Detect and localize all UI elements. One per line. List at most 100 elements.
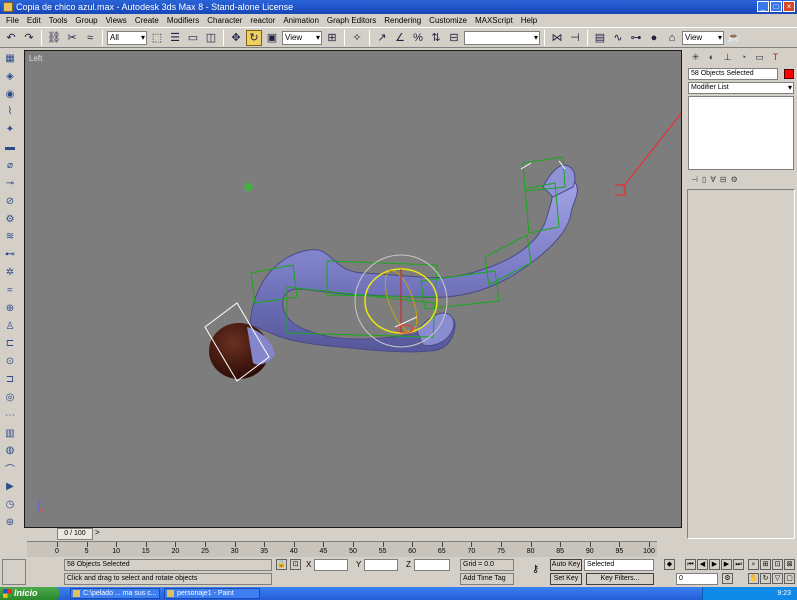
spinner-snap-icon[interactable]: ⇅ — [428, 30, 444, 46]
taskbar-task-paint[interactable]: personaje1 - Paint — [164, 588, 260, 599]
toy-car-icon[interactable]: ⊷ — [2, 247, 18, 262]
menu-tools[interactable]: Tools — [45, 16, 72, 25]
rigid-body-collection-icon[interactable]: ▦ — [2, 51, 18, 66]
menu-customize[interactable]: Customize — [425, 16, 471, 25]
taskbar-task-explorer[interactable]: C:\pelado ... ma sus c... — [70, 588, 160, 599]
cloth-modifier-icon[interactable]: ▥ — [2, 426, 18, 441]
align-icon[interactable]: ⊣ — [567, 30, 583, 46]
modifier-list-dropdown[interactable]: Modifier List — [688, 82, 794, 94]
rotate-icon[interactable]: ↻ — [246, 29, 262, 46]
set-key-button[interactable]: Set Key — [550, 573, 582, 585]
create-tab-icon[interactable]: ✳ — [689, 51, 702, 64]
rope-collection-icon[interactable]: ⌇ — [2, 105, 18, 120]
track-bar[interactable]: 0 5 10 15 20 25 30 35 40 45 50 55 60 65 70 75 80 85 90 95 10… — [27, 541, 657, 557]
object-name-field[interactable]: 58 Objects Selected — [688, 68, 778, 80]
edit-named-selection-icon[interactable]: ⊟ — [446, 30, 462, 46]
zoom-extents-icon[interactable]: ⊡ — [772, 559, 783, 570]
menu-group[interactable]: Group — [71, 16, 101, 25]
soft-body-modifier-icon[interactable]: ◍ — [2, 444, 18, 459]
wind-icon[interactable]: ≋ — [2, 229, 18, 244]
show-end-result-icon[interactable]: ▯ — [702, 175, 706, 184]
selection-filter-dropdown[interactable]: All — [107, 30, 147, 45]
material-editor-icon[interactable]: ● — [646, 30, 662, 46]
menu-graph-editors[interactable]: Graph Editors — [323, 16, 380, 25]
maximize-button[interactable]: □ — [770, 1, 782, 12]
selection-key-dropdown[interactable]: Selected — [584, 559, 654, 571]
menu-rendering[interactable]: Rendering — [380, 16, 425, 25]
point-to-point-icon[interactable]: ⊙ — [2, 354, 18, 369]
maximize-viewport-icon[interactable]: ▢ — [784, 573, 795, 584]
lock-selection-icon[interactable]: 🔒 — [276, 559, 287, 570]
select-object-icon[interactable]: ⬚ — [149, 30, 165, 46]
render-scene-icon[interactable]: ⌂ — [664, 30, 680, 46]
reference-coordinate-dropdown[interactable]: View — [282, 30, 322, 45]
key-filters-button[interactable]: Key Filters... — [586, 573, 654, 585]
menu-modifiers[interactable]: Modifiers — [163, 16, 203, 25]
menu-maxscript[interactable]: MAXScript — [471, 16, 517, 25]
percent-snap-icon[interactable]: % — [410, 30, 426, 46]
rag-doll-icon[interactable]: ♙ — [2, 319, 18, 334]
rope-modifier-icon[interactable]: ⌒ — [2, 461, 18, 476]
menu-file[interactable]: File — [2, 16, 23, 25]
select-manipulate-icon[interactable]: ✧ — [349, 30, 365, 46]
select-link-icon[interactable]: ⛓ — [46, 30, 62, 46]
tray-clock[interactable]: 9:23 — [777, 590, 791, 597]
next-frame-icon[interactable]: ▶ — [721, 559, 732, 570]
car-wheel-icon[interactable]: ◎ — [2, 390, 18, 405]
menu-reactor[interactable]: reactor — [246, 16, 279, 25]
snap-toggle-icon[interactable]: ↗ — [374, 30, 390, 46]
angle-snap-icon[interactable]: ∠ — [392, 30, 408, 46]
fracture-icon[interactable]: ✲ — [2, 265, 18, 280]
soft-body-collection-icon[interactable]: ◉ — [2, 87, 18, 102]
mirror-icon[interactable]: ⋈ — [549, 30, 565, 46]
spring-icon[interactable]: ⌀ — [2, 158, 18, 173]
hinge-icon[interactable]: ⊏ — [2, 337, 18, 352]
configure-modifier-sets-icon[interactable]: ⚙ — [731, 175, 738, 184]
menu-help[interactable]: Help — [517, 16, 541, 25]
zoom-extents-all-icon[interactable]: ⊠ — [784, 559, 795, 570]
preview-animation-icon[interactable]: ▶ — [2, 479, 18, 494]
field-of-view-icon[interactable]: ▽ — [772, 573, 783, 584]
menu-create[interactable]: Create — [131, 16, 163, 25]
window-crossing-icon[interactable]: ◫ — [203, 30, 219, 46]
y-field[interactable] — [364, 559, 398, 571]
time-slider-thumb[interactable]: 0 / 100 — [57, 528, 93, 540]
scale-icon[interactable]: ▣ — [264, 30, 280, 46]
unlink-icon[interactable]: ✂ — [64, 30, 80, 46]
curve-editor-icon[interactable]: ∿ — [610, 30, 626, 46]
motion-tab-icon[interactable]: ◔ — [737, 51, 750, 64]
pin-stack-icon[interactable]: ⊣ — [691, 175, 698, 184]
utilities-tab-icon[interactable]: T — [769, 51, 782, 64]
modifier-stack[interactable] — [688, 96, 794, 170]
bone-boxes[interactable] — [250, 156, 566, 338]
absolute-mode-icon[interactable]: ⊡ — [290, 559, 301, 570]
create-animation-icon[interactable]: ◷ — [2, 497, 18, 512]
cloth-collection-icon[interactable]: ◈ — [2, 69, 18, 84]
quick-render-icon[interactable]: ☕ — [726, 30, 742, 46]
current-frame-field[interactable]: 0 — [676, 573, 718, 585]
pan-icon[interactable]: ✋ — [748, 573, 759, 584]
object-color-swatch[interactable] — [784, 69, 794, 79]
display-tab-icon[interactable]: ▭ — [753, 51, 766, 64]
analyze-world-icon[interactable]: ⊛ — [2, 515, 18, 530]
go-to-end-icon[interactable]: ⏭ — [733, 559, 744, 570]
plane-icon[interactable]: ▬ — [2, 140, 18, 155]
minimize-button[interactable]: _ — [757, 1, 769, 12]
go-to-start-icon[interactable]: ⏮ — [685, 559, 696, 570]
start-button[interactable]: Inicio — [0, 587, 60, 600]
rectangular-selection-icon[interactable]: ▭ — [185, 30, 201, 46]
character-mesh[interactable] — [209, 164, 578, 379]
motor-icon[interactable]: ⚙ — [2, 212, 18, 227]
close-button[interactable]: × — [783, 1, 795, 12]
previous-frame-icon[interactable]: ◀ — [697, 559, 708, 570]
play-icon[interactable]: ▶ — [709, 559, 720, 570]
modify-tab-icon[interactable]: ◐ — [705, 51, 718, 64]
zoom-icon[interactable]: ⌕ — [748, 559, 759, 570]
z-field[interactable] — [414, 559, 450, 571]
deforming-mesh-icon[interactable]: ✦ — [2, 122, 18, 137]
add-time-tag-button[interactable]: Add Time Tag — [460, 573, 514, 585]
time-slider-next-arrow[interactable]: > — [95, 528, 100, 537]
rotate-gizmo[interactable] — [354, 254, 448, 348]
angular-dashpot-icon[interactable]: ⊘ — [2, 194, 18, 209]
point-helper[interactable] — [243, 182, 253, 192]
